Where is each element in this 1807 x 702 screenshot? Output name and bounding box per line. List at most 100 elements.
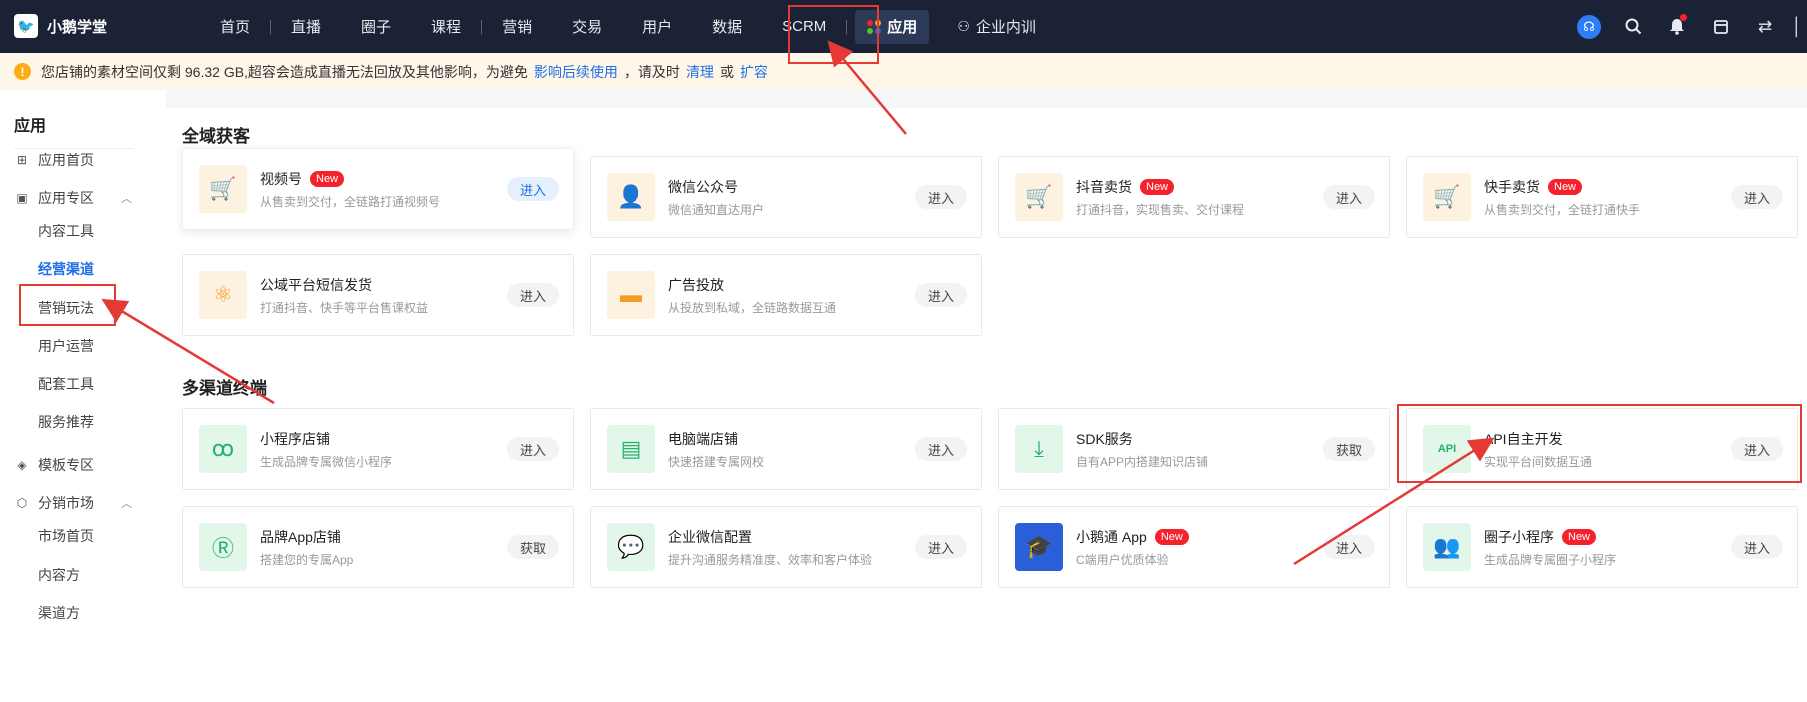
card-title: SDK服务 [1076, 429, 1133, 449]
enter-button[interactable]: 进入 [1322, 535, 1375, 559]
app-card-mini-program-store[interactable]: ꝏ 小程序店铺 生成品牌专属微信小程序 进入 [182, 408, 574, 490]
sidebar-item-channel-provider[interactable]: 渠道方 [38, 603, 80, 623]
card-title-text: 小鹅通 App [1076, 529, 1147, 545]
card-title: 视频号 New [260, 169, 345, 189]
card-title: 企业微信配置 [668, 527, 752, 547]
card-desc: 微信通知直达用户 [668, 203, 765, 217]
card-desc: 从售卖到交付，全链打通快手 [1484, 203, 1641, 217]
nav-item-marketing[interactable]: 营销 [482, 0, 552, 53]
app-card-sdk-service[interactable]: ⤓ SDK服务 自有APP内搭建知识店铺 获取 [998, 408, 1390, 490]
card-desc: 从投放到私域，全链路数据互通 [668, 301, 837, 315]
app-card-sms-delivery[interactable]: ⚛ 公域平台短信发货 打通抖音、快手等平台售课权益 进入 [182, 254, 574, 336]
enter-button[interactable]: 进入 [914, 437, 967, 461]
enter-button[interactable]: 进入 [506, 177, 559, 201]
sidebar-item-market-home[interactable]: 市场首页 [38, 526, 94, 546]
enter-button[interactable]: 进入 [506, 437, 559, 461]
nav-item-home[interactable]: 首页 [200, 0, 270, 53]
card-title-text: 公域平台短信发货 [260, 277, 372, 293]
card-desc: 快速搭建专属网校 [668, 455, 765, 469]
app-card-wechat-official[interactable]: 👤 微信公众号 微信通知直达用户 进入 [590, 156, 982, 238]
card-title-text: 电脑端店铺 [668, 431, 738, 447]
sidebar-item-label: 应用专区 [38, 190, 94, 206]
billboard-icon: ▬ [607, 271, 655, 319]
notice-link-expand[interactable]: 扩容 [740, 62, 768, 82]
card-title: 圈子小程序 New [1484, 527, 1597, 547]
enter-button[interactable]: 进入 [914, 535, 967, 559]
card-title: 公域平台短信发货 [260, 275, 372, 295]
app-card-wecom-config[interactable]: 💬 企业微信配置 提升沟通服务精准度、效率和客户体验 进入 [590, 506, 982, 588]
sidebar-item-content-provider[interactable]: 内容方 [38, 565, 80, 585]
search-icon[interactable] [1611, 0, 1655, 53]
get-button[interactable]: 获取 [1322, 437, 1375, 461]
app-card-circle-mini-program[interactable]: 👥 圈子小程序 New 生成品牌专属圈子小程序 进入 [1406, 506, 1798, 588]
card-title-text: 快手卖货 [1484, 179, 1540, 195]
app-card-xiaoetong-app[interactable]: 🎓 小鹅通 App New C端用户优质体验 进入 [998, 506, 1390, 588]
card-title: 微信公众号 [668, 177, 738, 197]
section-title: 全域获客 [182, 127, 250, 146]
enter-button[interactable]: 进入 [914, 185, 967, 209]
card-title-text: 小程序店铺 [260, 431, 330, 447]
card-desc: 打通抖音，实现售卖、交付课程 [1076, 203, 1245, 217]
sidebar-item-support-tools[interactable]: 配套工具 [38, 374, 94, 394]
enter-button[interactable]: 进入 [1322, 185, 1375, 209]
sidebar-item-service-recommend[interactable]: 服务推荐 [38, 412, 94, 432]
nav-item-course[interactable]: 课程 [411, 0, 481, 53]
enter-button[interactable]: 进入 [914, 283, 967, 307]
card-title-text: 微信公众号 [668, 179, 738, 195]
people-icon: 👥 [1423, 523, 1471, 571]
nav-item-live[interactable]: 直播 [271, 0, 341, 53]
card-title-text: SDK服务 [1076, 431, 1133, 447]
card-desc: 生成品牌专属圈子小程序 [1484, 553, 1617, 567]
card-desc: 打通抖音、快手等平台售课权益 [260, 301, 429, 315]
sidebar-item-content-tools[interactable]: 内容工具 [38, 221, 94, 241]
notice-text: 或 [719, 63, 734, 80]
enter-button[interactable]: 进入 [1730, 535, 1783, 559]
storage-notice: ! 您店铺的素材空间仅剩 96.32 GB,超容会造成直播无法回放及其他影响，为… [0, 53, 1807, 90]
nav-item-data[interactable]: 数据 [692, 0, 762, 53]
new-badge: New [1562, 529, 1597, 545]
warning-icon: ! [14, 63, 31, 80]
sidebar-group-templates[interactable]: ◈ 模板专区 [14, 455, 94, 475]
sidebar-item-channels[interactable]: 经营渠道 [38, 259, 94, 279]
nav-item-circle[interactable]: 圈子 [341, 0, 411, 53]
mini-program-icon: ꝏ [199, 425, 247, 473]
sidebar-group-app-zone[interactable]: ▣ 应用专区 ︿ [14, 188, 154, 208]
chevron-up-icon: ︿ [121, 193, 132, 205]
nav-item-training[interactable]: ⚇ 企业内训 [937, 0, 1056, 53]
store-icon[interactable] [1699, 0, 1743, 53]
more-icon[interactable]: │ [1787, 0, 1807, 53]
sidebar-item-user-ops[interactable]: 用户运营 [38, 336, 94, 356]
notice-link-cleanup[interactable]: 清理 [686, 62, 714, 82]
card-title: 品牌App店铺 [260, 527, 341, 547]
app-card-ad-placement[interactable]: ▬ 广告投放 从投放到私域，全链路数据互通 进入 [590, 254, 982, 336]
card-title: 小程序店铺 [260, 429, 330, 449]
sdk-download-icon: ⤓ [1015, 425, 1063, 473]
sidebar-item-app-home[interactable]: ⊞ 应用首页 [14, 150, 94, 170]
divider [14, 148, 134, 149]
card-title-text: 品牌App店铺 [260, 529, 341, 545]
new-badge: New [1140, 179, 1175, 195]
app-card-kuaishou-sales[interactable]: 🛒 快手卖货 New 从售卖到交付，全链打通快手 进入 [1406, 156, 1798, 238]
app-card-brand-app-store[interactable]: Ⓡ 品牌App店铺 搭建您的专属App 获取 [182, 506, 574, 588]
nav-item-users[interactable]: 用户 [622, 0, 692, 53]
card-title-text: 广告投放 [668, 277, 724, 293]
switch-icon[interactable]: ⇄ [1743, 0, 1787, 53]
app-card-pc-store[interactable]: ▤ 电脑端店铺 快速搭建专属网校 进入 [590, 408, 982, 490]
card-desc: 提升沟通服务精准度、效率和客户体验 [668, 553, 873, 567]
sidebar-title: 应用 [14, 118, 47, 135]
sidebar-group-distribution[interactable]: ⬡ 分销市场 ︿ [14, 493, 154, 513]
app-card-douyin-sales[interactable]: 🛒 抖音卖货 New 打通抖音，实现售卖、交付课程 进入 [998, 156, 1390, 238]
app-card-video-account[interactable]: 🛒 视频号 New 从售卖到交付，全链路打通视频号 进入 [182, 148, 574, 230]
headset-icon[interactable]: ☊ [1567, 0, 1611, 53]
get-button[interactable]: 获取 [506, 535, 559, 559]
notice-link-impact[interactable]: 影响后续使用 [534, 62, 618, 82]
enter-button[interactable]: 进入 [506, 283, 559, 307]
nav-menu: 首页 直播 圈子 课程 营销 交易 用户 数据 SCRM 应用 ⚇ 企业内训 [200, 0, 1056, 53]
enter-button[interactable]: 进入 [1730, 185, 1783, 209]
card-title: 电脑端店铺 [668, 429, 738, 449]
brand[interactable]: 🐦 小鹅学堂 [14, 14, 107, 38]
nav-item-trade[interactable]: 交易 [552, 0, 622, 53]
nav-item-training-label: 企业内训 [975, 19, 1036, 36]
bell-icon[interactable] [1655, 0, 1699, 53]
cube-icon: ⬡ [16, 496, 28, 510]
